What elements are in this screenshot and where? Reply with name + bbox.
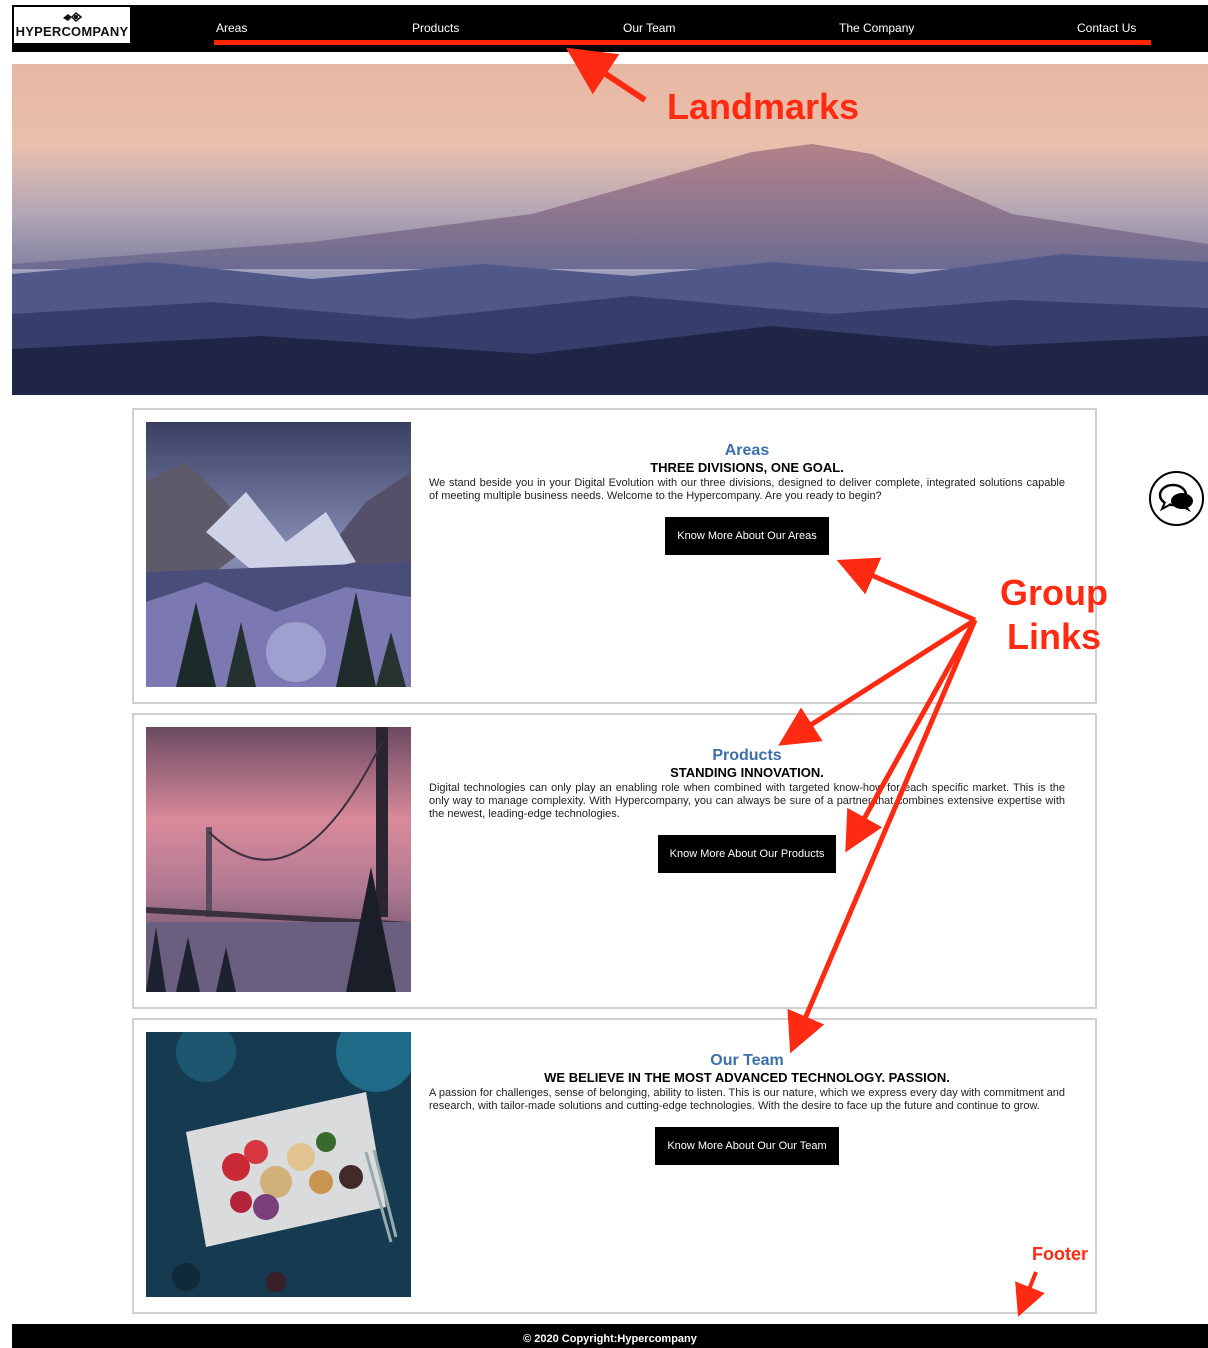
products-image — [146, 727, 411, 992]
know-more-areas-button[interactable]: Know More About Our Areas — [665, 517, 829, 555]
hero-banner — [12, 64, 1208, 395]
nav-item-areas[interactable]: Areas — [216, 21, 247, 35]
areas-content: Areas THREE DIVISIONS, ONE GOAL. We stan… — [429, 442, 1065, 555]
hero-mountain-image — [12, 64, 1208, 395]
chat-button[interactable] — [1149, 471, 1204, 526]
section-card-products: Products STANDING INNOVATION. Digital te… — [132, 713, 1097, 1009]
annotation-group-links: Group Links — [1000, 571, 1108, 659]
chat-bubble-icon — [1158, 483, 1193, 512]
our-team-title: Our Team — [710, 1052, 784, 1069]
site-footer: © 2020 Copyright:Hypercompany — [12, 1324, 1208, 1348]
products-title: Products — [712, 747, 782, 764]
site-header: HYPERCOMPANY Areas Products Our Team The… — [12, 5, 1208, 52]
section-card-areas: Areas THREE DIVISIONS, ONE GOAL. We stan… — [132, 408, 1097, 704]
our-team-description: A passion for challenges, sense of belon… — [429, 1087, 1065, 1112]
annotation-group-line2: Links — [1006, 616, 1101, 657]
areas-image — [146, 422, 411, 687]
annotation-landmarks: Landmarks — [667, 86, 860, 127]
our-team-content: Our Team WE BELIEVE IN THE MOST ADVANCED… — [429, 1052, 1065, 1165]
products-content: Products STANDING INNOVATION. Digital te… — [429, 747, 1065, 873]
nav-item-products[interactable]: Products — [412, 21, 459, 35]
products-subtitle: STANDING INNOVATION. — [670, 765, 824, 780]
areas-title: Areas — [724, 442, 770, 459]
our-team-subtitle: WE BELIEVE IN THE MOST ADVANCED TECHNOLO… — [544, 1070, 950, 1085]
know-more-our-team-button[interactable]: Know More About Our Our Team — [655, 1127, 839, 1165]
products-description: Digital technologies can only play an en… — [429, 782, 1065, 820]
section-card-our-team: Our Team WE BELIEVE IN THE MOST ADVANCED… — [132, 1018, 1097, 1314]
nav-item-contact-us[interactable]: Contact Us — [1077, 21, 1136, 35]
our-team-image — [146, 1032, 411, 1297]
annotation-group-line1: Group — [1000, 572, 1108, 613]
nav-item-the-company[interactable]: The Company — [839, 21, 914, 35]
annotation-footer: Footer — [1032, 1244, 1088, 1264]
nav-item-our-team[interactable]: Our Team — [623, 21, 675, 35]
areas-description: We stand beside you in your Digital Evol… — [429, 477, 1065, 502]
nav-landmark-highlight — [214, 40, 1151, 45]
footer-copyright: © 2020 Copyright:Hypercompany — [523, 1333, 697, 1345]
main-nav: Areas Products Our Team The Company Cont… — [12, 5, 1208, 52]
know-more-products-button[interactable]: Know More About Our Products — [657, 835, 837, 873]
areas-subtitle: THREE DIVISIONS, ONE GOAL. — [650, 460, 844, 475]
